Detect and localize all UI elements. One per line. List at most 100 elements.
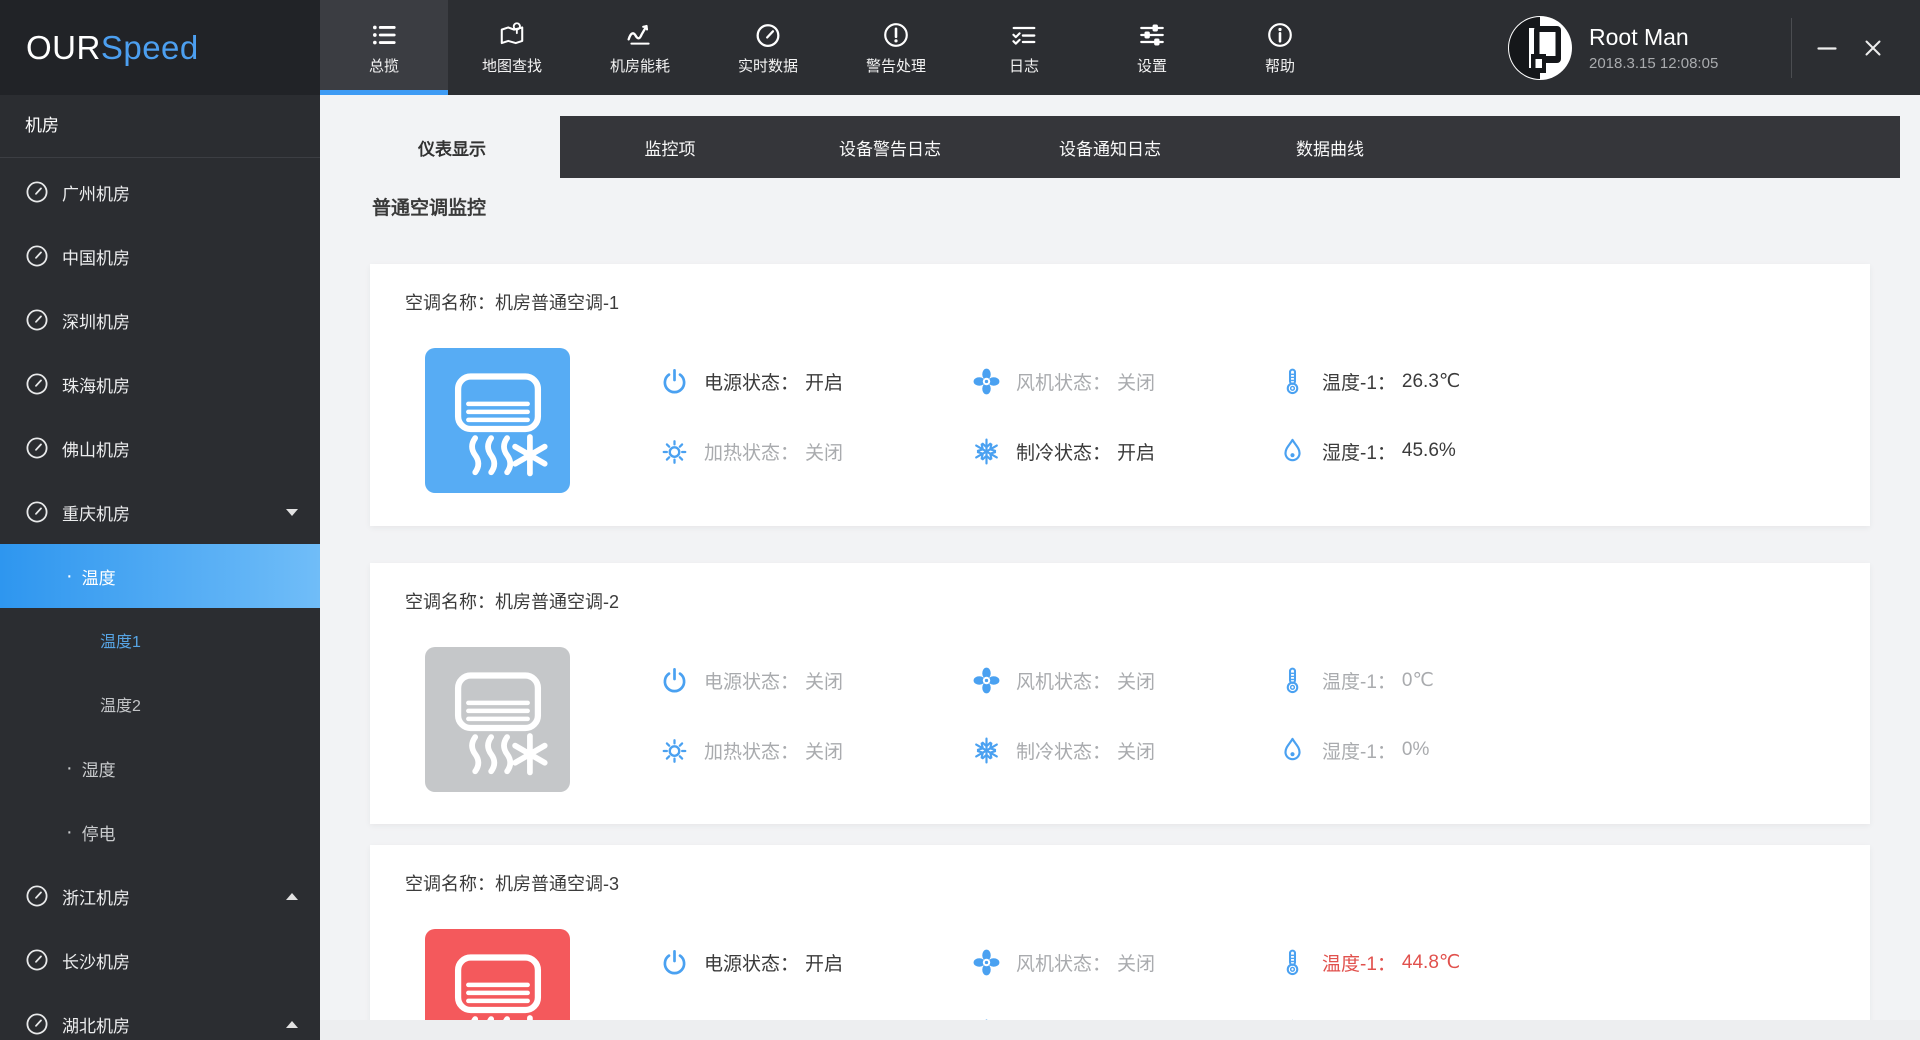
settings-icon <box>1138 21 1166 49</box>
sidebar-item-power-outage[interactable]: · 停电 <box>0 800 320 864</box>
overview-icon <box>370 21 398 49</box>
chevron-up-icon <box>286 893 298 900</box>
nav-settings[interactable]: 设置 <box>1088 0 1216 95</box>
tab-gauge-display[interactable]: 仪表显示 <box>344 116 560 178</box>
ac-unit-icon <box>441 945 555 1021</box>
minimize-button[interactable] <box>1804 0 1850 95</box>
ac-unit-tile <box>425 348 570 493</box>
sidebar-item-chongqing[interactable]: 重庆机房 <box>0 480 320 544</box>
nav-realtime-data[interactable]: 实时数据 <box>704 0 832 95</box>
sidebar-item-changsha[interactable]: 长沙机房 <box>0 928 320 992</box>
nav-label: 机房能耗 <box>610 59 670 74</box>
status-fan: 风机状态：关闭 <box>971 363 1155 399</box>
ac-unit-tile <box>425 647 570 792</box>
cards-scroll-area[interactable]: 空调名称：机房普通空调-1 电源状态：开启 风机状态：关闭 温度-1：26.3℃… <box>320 95 1920 1020</box>
status-fan: 风机状态：关闭 <box>971 944 1155 980</box>
nav-alert-handling[interactable]: 警告处理 <box>832 0 960 95</box>
main-content: 空调名称：机房普通空调-1 电源状态：开启 风机状态：关闭 温度-1：26.3℃… <box>320 95 1920 1040</box>
sidebar-item-hubei[interactable]: 湖北机房 <box>0 992 320 1040</box>
bullet-icon: · <box>66 568 73 585</box>
humidity-icon <box>1277 735 1308 766</box>
chevron-up-icon <box>286 1021 298 1028</box>
top-bar: OURSpeed 总揽 地图查找 机房能耗 实时数据 警告处理 日志 设置 <box>0 0 1920 95</box>
gauge-icon <box>24 883 50 909</box>
close-button[interactable] <box>1850 0 1896 95</box>
nav-logs[interactable]: 日志 <box>960 0 1088 95</box>
tab-device-notice-log[interactable]: 设备通知日志 <box>1000 116 1220 178</box>
status-cooling: 制冷状态：开启 <box>971 433 1155 469</box>
status-fan: 风机状态：关闭 <box>971 662 1155 698</box>
sidebar-item-foshan[interactable]: 佛山机房 <box>0 416 320 480</box>
sidebar-header: 机房 <box>0 95 320 158</box>
brand-text-primary: OUR <box>26 29 101 67</box>
divider <box>1791 18 1792 78</box>
humidity-icon <box>1277 436 1308 467</box>
ac-card-2: 空调名称：机房普通空调-2 电源状态：关闭 风机状态：关闭 温度-1：0℃ 加热… <box>370 563 1870 824</box>
sidebar-item-temperature[interactable]: · 温度 <box>0 544 320 608</box>
tab-device-warning-log[interactable]: 设备警告日志 <box>780 116 1000 178</box>
gauge-icon <box>24 307 50 333</box>
fan-icon <box>971 947 1002 978</box>
status-temperature: 温度-1：26.3℃ <box>1277 363 1460 399</box>
minimize-icon <box>1814 35 1840 61</box>
ac-card-title: 空调名称：机房普通空调-2 <box>405 588 619 614</box>
gauge-icon <box>24 1011 50 1037</box>
chevron-down-icon <box>286 509 298 516</box>
nav-help[interactable]: 帮助 <box>1216 0 1344 95</box>
sidebar-item-guangzhou[interactable]: 广州机房 <box>0 160 320 224</box>
bullet-icon: · <box>66 824 73 841</box>
close-icon <box>1860 35 1886 61</box>
avatar[interactable] <box>1508 16 1572 80</box>
nav-label: 帮助 <box>1265 59 1295 74</box>
sidebar-item-temperature-1[interactable]: 温度1 <box>0 608 320 672</box>
gauge-icon <box>24 371 50 397</box>
status-cooling: 制冷状态：关闭 <box>971 732 1155 768</box>
gauge-icon <box>24 435 50 461</box>
tab-data-curve[interactable]: 数据曲线 <box>1220 116 1440 178</box>
bullet-icon: · <box>66 760 73 777</box>
gauge-icon <box>24 179 50 205</box>
ac-card-1: 空调名称：机房普通空调-1 电源状态：开启 风机状态：关闭 温度-1：26.3℃… <box>370 264 1870 526</box>
status-power: 电源状态：开启 <box>659 944 843 980</box>
status-temperature: 温度-1：44.8℃ <box>1277 944 1460 980</box>
gauge-icon <box>24 947 50 973</box>
user-info: Root Man 2018.3.15 12:08:05 <box>1589 24 1785 72</box>
gauge-icon <box>24 243 50 269</box>
ac-card-title: 空调名称：机房普通空调-3 <box>405 870 619 896</box>
nav-label: 日志 <box>1009 59 1039 74</box>
nav-label: 警告处理 <box>866 59 926 74</box>
power-icon <box>659 665 690 696</box>
tab-bar: 仪表显示 监控项 设备警告日志 设备通知日志 数据曲线 <box>344 116 1900 178</box>
nav-energy[interactable]: 机房能耗 <box>576 0 704 95</box>
bottom-strip <box>320 1020 1920 1040</box>
thermometer-icon <box>1277 665 1308 696</box>
cool-icon <box>971 436 1002 467</box>
sidebar-item-zhuhai[interactable]: 珠海机房 <box>0 352 320 416</box>
sidebar: 机房 广州机房 中国机房 深圳机房 珠海机房 佛山机房 重庆机房 · 温度 温度… <box>0 95 320 1040</box>
nav-map-search[interactable]: 地图查找 <box>448 0 576 95</box>
status-humidity: 湿度-1：0% <box>1277 732 1429 768</box>
sidebar-item-temperature-2[interactable]: 温度2 <box>0 672 320 736</box>
sidebar-item-humidity[interactable]: · 湿度 <box>0 736 320 800</box>
tab-monitor-items[interactable]: 监控项 <box>560 116 780 178</box>
sidebar-item-zhejiang[interactable]: 浙江机房 <box>0 864 320 928</box>
nav-label: 实时数据 <box>738 59 798 74</box>
nav-label: 地图查找 <box>482 59 542 74</box>
alert-icon <box>882 21 910 49</box>
top-nav: 总揽 地图查找 机房能耗 实时数据 警告处理 日志 设置 帮助 <box>320 0 1344 95</box>
datetime: 2018.3.15 12:08:05 <box>1589 55 1785 72</box>
sidebar-item-china[interactable]: 中国机房 <box>0 224 320 288</box>
power-icon <box>659 366 690 397</box>
ac-card-title: 空调名称：机房普通空调-1 <box>405 289 619 315</box>
energy-icon <box>626 21 654 49</box>
fan-icon <box>971 665 1002 696</box>
help-icon <box>1266 21 1294 49</box>
cool-icon <box>971 735 1002 766</box>
nav-overview[interactable]: 总揽 <box>320 0 448 95</box>
heat-icon <box>659 436 690 467</box>
user-area: Root Man 2018.3.15 12:08:05 <box>1508 0 1920 95</box>
ac-card-3: 空调名称：机房普通空调-3 电源状态：开启 风机状态：关闭 温度-1：44.8℃… <box>370 845 1870 1020</box>
section-title: 普通空调监控 <box>372 193 486 220</box>
sidebar-item-shenzhen[interactable]: 深圳机房 <box>0 288 320 352</box>
status-heating: 加热状态：关闭 <box>659 433 843 469</box>
